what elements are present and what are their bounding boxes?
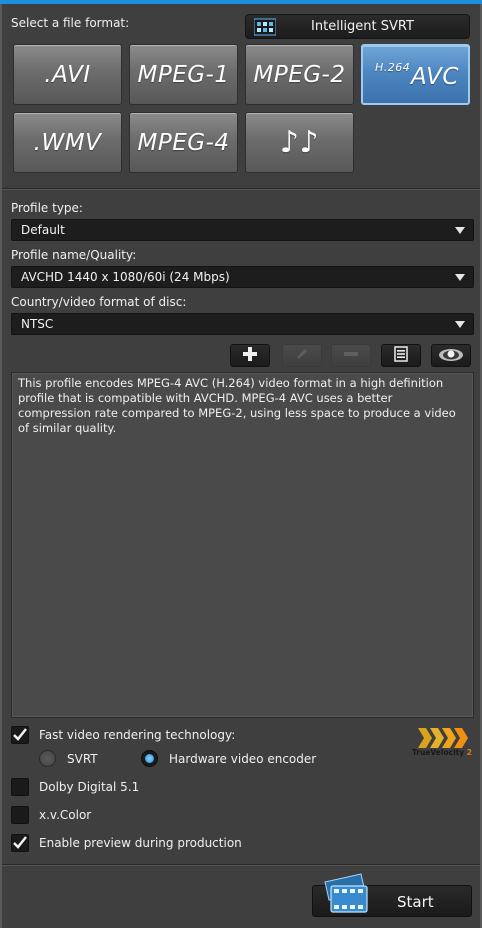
profile-type-value: Default: [21, 223, 65, 237]
truevelocity-version: 2: [466, 748, 472, 757]
list-icon: [393, 346, 409, 365]
truevelocity-logo: TrueVelocity 2: [412, 726, 472, 760]
profile-name-label: Profile name/Quality:: [11, 248, 137, 262]
hardware-encoder-radio[interactable]: [141, 750, 158, 767]
format-mpeg1-button[interactable]: MPEG-1: [129, 44, 238, 105]
format-mpeg2-button[interactable]: MPEG-2: [245, 44, 354, 105]
xvcolor-label: x.v.Color: [39, 808, 92, 822]
format-avc-button[interactable]: H.264 AVC: [361, 44, 470, 105]
format-wmv-button[interactable]: .WMV: [13, 112, 122, 173]
truevelocity-brand: TrueVelocity: [412, 748, 465, 757]
chevron-down-icon: [455, 274, 465, 281]
profile-name-dropdown[interactable]: AVCHD 1440 x 1080/60i (24 Mbps): [11, 266, 474, 288]
checkmark-icon: [13, 836, 27, 849]
pencil-icon: [294, 346, 310, 365]
eye-icon: [438, 346, 464, 365]
disc-format-dropdown[interactable]: NTSC: [11, 313, 474, 335]
window-top-accent: [0, 0, 482, 4]
avc-superscript: H.264: [375, 61, 411, 74]
intelligent-svrt-button[interactable]: Intelligent SVRT: [245, 14, 470, 39]
xvcolor-checkbox[interactable]: [11, 806, 29, 824]
format-mpeg4-button[interactable]: MPEG-4: [129, 112, 238, 173]
format-audio-button[interactable]: ♪♪: [245, 112, 354, 173]
svrt-film-icon: [253, 18, 277, 36]
window-left-border: [0, 4, 2, 928]
format-avi-button[interactable]: .AVI: [13, 44, 122, 105]
disc-format-label: Country/video format of disc:: [11, 295, 187, 309]
minus-icon: [343, 346, 359, 365]
profile-description: This profile encodes MPEG-4 AVC (H.264) …: [11, 372, 474, 718]
chevron-down-icon: [455, 321, 465, 328]
hardware-encoder-label: Hardware video encoder: [169, 752, 317, 766]
fast-rendering-checkbox[interactable]: [11, 726, 29, 744]
preview-label: Enable preview during production: [39, 836, 242, 850]
section-divider: [2, 188, 480, 189]
dolby-checkbox[interactable]: [11, 778, 29, 796]
disc-format-value: NTSC: [21, 317, 54, 331]
edit-profile-button[interactable]: [282, 344, 322, 367]
chevron-down-icon: [455, 227, 465, 234]
checkmark-icon: [13, 728, 27, 741]
profile-type-label: Profile type:: [11, 201, 83, 215]
fast-rendering-label: Fast video rendering technology:: [39, 728, 236, 742]
film-reel-icon: [321, 872, 373, 919]
plus-icon: [242, 346, 258, 365]
profile-list-button[interactable]: [381, 344, 421, 367]
delete-profile-button[interactable]: [331, 344, 371, 367]
svrt-radio-label: SVRT: [67, 752, 98, 766]
profile-name-value: AVCHD 1440 x 1080/60i (24 Mbps): [21, 270, 230, 284]
dolby-label: Dolby Digital 5.1: [39, 780, 140, 794]
footer-divider: [2, 864, 480, 865]
svrt-radio[interactable]: [39, 750, 56, 767]
profile-type-dropdown[interactable]: Default: [11, 219, 474, 241]
file-format-label: Select a file format:: [11, 16, 130, 30]
preview-checkbox[interactable]: [11, 834, 29, 852]
avc-label: AVC: [411, 64, 459, 90]
preview-profile-button[interactable]: [431, 344, 471, 367]
start-button[interactable]: Start: [312, 873, 472, 917]
add-profile-button[interactable]: [230, 344, 270, 367]
intelligent-svrt-label: Intelligent SVRT: [311, 19, 414, 34]
start-label: Start: [397, 893, 434, 911]
